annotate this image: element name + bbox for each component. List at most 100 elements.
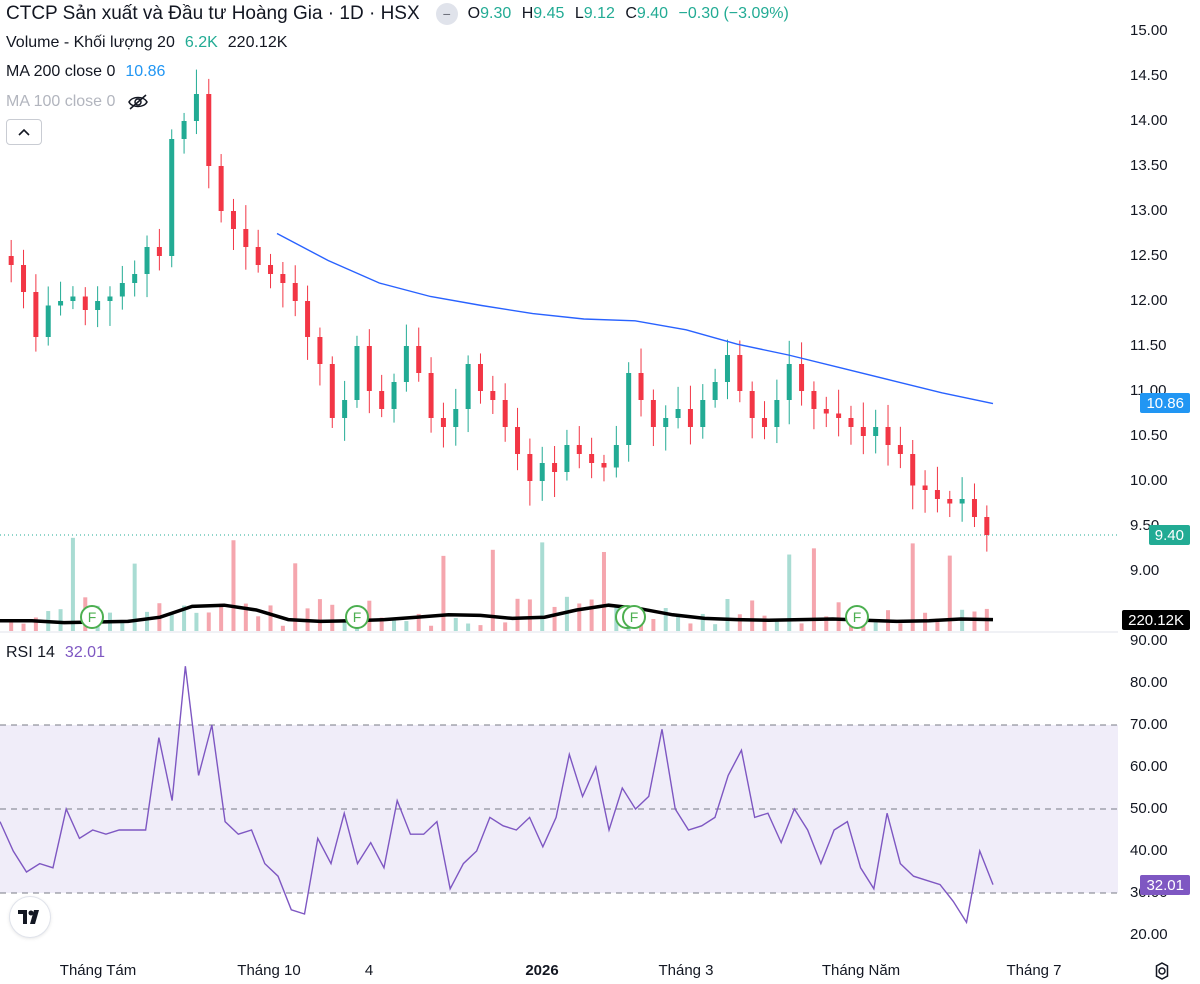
close-label: C bbox=[625, 5, 637, 22]
event-marker[interactable]: F bbox=[845, 605, 869, 629]
candle-body bbox=[650, 400, 656, 427]
candle-body bbox=[749, 391, 755, 418]
volume-bar bbox=[466, 623, 471, 631]
volume-bar bbox=[404, 621, 409, 631]
candle-body bbox=[786, 364, 792, 400]
candle-body bbox=[45, 305, 51, 337]
volume-bar bbox=[231, 540, 236, 631]
candle-body bbox=[762, 418, 768, 427]
candle-body bbox=[539, 463, 545, 481]
volume-bar bbox=[676, 615, 681, 631]
rsi-axis-label: 40.00 bbox=[1130, 842, 1168, 859]
candle-body bbox=[897, 445, 903, 454]
volume-bar bbox=[317, 599, 322, 631]
price-chart[interactable]: FFFFF bbox=[0, 0, 1200, 984]
volume-bar bbox=[429, 625, 434, 631]
candle-body bbox=[959, 499, 965, 504]
open-label: O bbox=[467, 5, 481, 22]
rsi-axis-label: 60.00 bbox=[1130, 758, 1168, 775]
candle-body bbox=[268, 265, 274, 274]
candle-body bbox=[58, 301, 64, 306]
time-axis-label: Tháng Năm bbox=[821, 962, 901, 979]
volume-bar bbox=[503, 622, 508, 631]
candle-body bbox=[971, 499, 977, 517]
volume-bar bbox=[589, 599, 594, 631]
candle-body bbox=[366, 346, 372, 391]
price-axis-label: 14.00 bbox=[1130, 112, 1168, 129]
minus-icon[interactable]: − bbox=[435, 3, 458, 25]
volume-bar bbox=[280, 625, 285, 631]
ma200-tag: 10.86 bbox=[1140, 393, 1190, 413]
candle-body bbox=[774, 400, 780, 427]
volume-bar bbox=[194, 612, 199, 631]
time-axis-label: Tháng 7 bbox=[1006, 962, 1062, 979]
event-marker[interactable]: F bbox=[622, 605, 646, 629]
ohlc-values: O9.30 H9.45 L9.12 C9.40 −0.30 (−3.09%) bbox=[468, 5, 789, 23]
candle-body bbox=[230, 211, 236, 229]
time-axis-label: Tháng 10 bbox=[237, 962, 301, 979]
candle-body bbox=[305, 301, 311, 337]
candle-body bbox=[193, 94, 199, 121]
volume-legend[interactable]: Volume - Khối lượng 20 6.2K 220.12K bbox=[6, 34, 287, 52]
volume-bar bbox=[910, 543, 915, 631]
close-value: 9.40 bbox=[636, 5, 669, 22]
eye-off-icon[interactable] bbox=[127, 93, 149, 111]
candle-body bbox=[465, 364, 471, 409]
candle-body bbox=[984, 517, 990, 535]
tradingview-logo[interactable] bbox=[10, 897, 50, 937]
event-marker-label: F bbox=[853, 609, 862, 625]
volume-bar bbox=[490, 549, 495, 631]
collapse-legend-button[interactable] bbox=[6, 119, 42, 145]
rsi-tag: 32.01 bbox=[1140, 875, 1190, 895]
volume-label: Volume - Khối lượng 20 bbox=[6, 34, 175, 51]
candle-body bbox=[317, 337, 323, 364]
volume-bar bbox=[206, 612, 211, 631]
candle-body bbox=[33, 292, 39, 337]
candle-body bbox=[391, 382, 397, 409]
volume-bar bbox=[515, 598, 520, 631]
candle-body bbox=[243, 229, 249, 247]
volume-ma-tag: 220.12K bbox=[1122, 610, 1190, 630]
candle-body bbox=[379, 391, 385, 409]
volume-bar bbox=[799, 623, 804, 631]
candle-body bbox=[675, 409, 681, 418]
rsi-legend[interactable]: RSI 14 32.01 bbox=[6, 644, 105, 662]
candle-body bbox=[947, 499, 953, 504]
candle-body bbox=[576, 445, 582, 454]
volume-bar bbox=[219, 603, 224, 631]
volume-ma-value: 220.12K bbox=[227, 34, 288, 51]
candle-body bbox=[428, 373, 434, 418]
volume-bar bbox=[552, 606, 557, 631]
symbol-title[interactable]: CTCP Sản xuất và Đầu tư Hoàng Gia · 1D ·… bbox=[6, 3, 420, 25]
candle-body bbox=[490, 391, 496, 400]
candle-body bbox=[502, 400, 508, 427]
ma200-legend[interactable]: MA 200 close 0 10.86 bbox=[6, 63, 165, 81]
rsi-axis-label: 20.00 bbox=[1130, 926, 1168, 943]
high-value: 9.45 bbox=[533, 5, 565, 22]
event-marker[interactable]: F bbox=[80, 605, 104, 629]
candle-body bbox=[416, 346, 422, 373]
volume-bar bbox=[392, 619, 397, 631]
candle-body bbox=[712, 382, 718, 400]
low-label: L bbox=[574, 5, 584, 22]
volume-bar bbox=[330, 604, 335, 631]
event-marker[interactable]: F bbox=[345, 605, 369, 629]
candle-body bbox=[342, 400, 348, 418]
candle-body bbox=[737, 355, 743, 391]
volume-bar bbox=[750, 600, 755, 631]
candle-body bbox=[836, 413, 842, 418]
candle-body bbox=[292, 283, 298, 301]
candle-body bbox=[564, 445, 570, 472]
candle-body bbox=[206, 94, 212, 166]
gear-icon[interactable] bbox=[1152, 961, 1172, 981]
candle-body bbox=[552, 463, 558, 472]
volume-bar bbox=[651, 619, 656, 631]
time-axis-label: Tháng 3 bbox=[658, 962, 714, 979]
event-marker-label: F bbox=[353, 609, 362, 625]
volume-bar bbox=[737, 614, 742, 631]
rsi-label: RSI 14 bbox=[6, 644, 55, 661]
candle-body bbox=[515, 427, 521, 454]
ma100-legend[interactable]: MA 100 close 0 bbox=[6, 93, 149, 111]
price-axis-label: 10.00 bbox=[1130, 472, 1168, 489]
price-axis-label: 13.00 bbox=[1130, 202, 1168, 219]
